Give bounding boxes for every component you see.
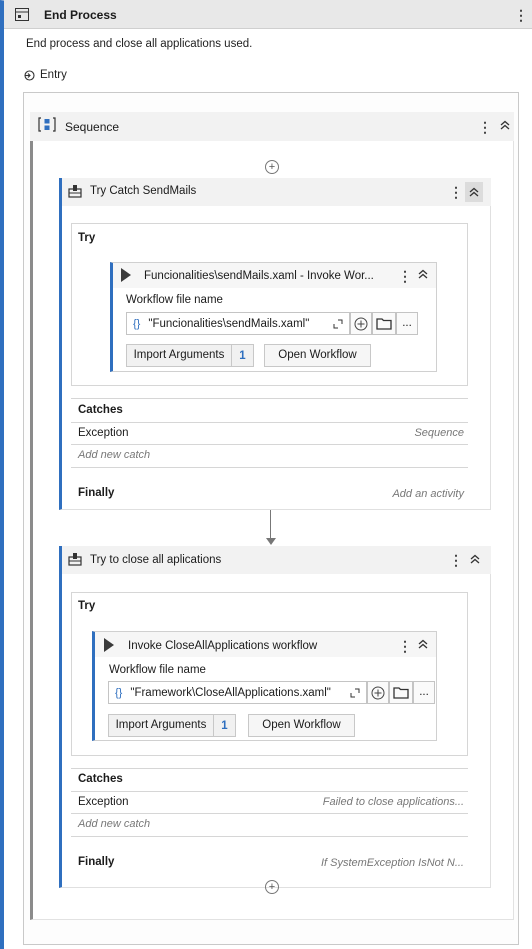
try-catch-title: Try to close all aplications [90, 554, 222, 566]
invoke-workflow-icon [121, 268, 131, 282]
divider [71, 768, 468, 769]
browse-folder-button[interactable] [372, 312, 396, 335]
add-argument-button[interactable] [367, 681, 389, 704]
finally-value[interactable]: If SystemException IsNot N... [321, 857, 464, 869]
invoke-collapse-icon[interactable] [415, 638, 431, 654]
connector-arrow [266, 538, 276, 545]
finally-drop-target[interactable]: Add an activity [392, 488, 464, 500]
activity-header[interactable]: End Process [4, 0, 532, 29]
expression-icon: {} [133, 317, 141, 330]
divider [71, 444, 468, 445]
workflow-file-input[interactable]: {} "Framework\CloseAllApplications.xaml" [108, 681, 367, 704]
import-arguments-count: 1 [214, 714, 236, 737]
expression-icon: {} [115, 686, 123, 699]
add-argument-button[interactable] [350, 312, 372, 335]
entry-label: Entry [24, 69, 67, 81]
try-label: Try [78, 600, 96, 612]
more-options-button[interactable]: ... [413, 681, 435, 704]
sequence-connector [270, 510, 271, 539]
sequence-title: Sequence [65, 120, 120, 134]
sequence-collapse-icon[interactable] [497, 119, 513, 135]
try-catch-more-icon[interactable]: ⋮ [449, 552, 463, 568]
workflow-file-value: "Framework\CloseAllApplications.xaml" [130, 686, 331, 699]
catches-label: Catches [78, 773, 123, 785]
divider [71, 467, 468, 468]
exception-label[interactable]: Exception [78, 427, 129, 439]
finally-label: Finally [78, 856, 115, 868]
invoke-more-icon[interactable]: ⋮ [398, 268, 412, 284]
finally-label: Finally [78, 487, 115, 499]
divider [71, 791, 468, 792]
add-new-catch-link[interactable]: Add new catch [78, 818, 150, 830]
folder-icon [376, 318, 392, 330]
divider [71, 813, 468, 814]
add-activity-bottom-icon[interactable]: + [265, 880, 279, 894]
divider [71, 836, 468, 837]
invoke-collapse-icon[interactable] [415, 268, 431, 284]
add-activity-top-icon[interactable]: + [265, 160, 279, 174]
activity-title: End Process [44, 8, 117, 22]
try-catch-title: Try Catch SendMails [90, 185, 197, 197]
invoke-title: Funcionalities\sendMails.xaml - Invoke W… [144, 270, 374, 282]
divider [71, 398, 468, 399]
more-options-button[interactable]: ... [396, 312, 418, 335]
entry-text: Entry [40, 69, 67, 81]
browse-folder-button[interactable] [389, 681, 413, 704]
exception-handler[interactable]: Failed to close applications... [323, 796, 464, 808]
workflow-file-label: Workflow file name [126, 294, 223, 306]
try-catch-icon [68, 553, 82, 566]
invoke-workflow-icon [104, 638, 114, 652]
sequence-more-icon[interactable]: ⋮ [478, 119, 492, 135]
exception-label[interactable]: Exception [78, 796, 129, 808]
try-catch-collapse-icon[interactable] [467, 553, 483, 569]
workflow-file-input[interactable]: {} "Funcionalities\sendMails.xaml" [126, 312, 350, 335]
expand-editor-icon[interactable] [350, 688, 360, 698]
try-catch-collapse-icon[interactable] [465, 182, 483, 202]
invoke-title: Invoke CloseAllApplications workflow [128, 640, 318, 652]
catches-label: Catches [78, 404, 123, 416]
expand-editor-icon[interactable] [333, 319, 343, 329]
folder-icon [393, 687, 409, 699]
divider [71, 422, 468, 423]
workflow-file-value: "Funcionalities\sendMails.xaml" [148, 317, 310, 330]
try-catch-icon [68, 185, 82, 198]
import-arguments-button[interactable]: Import Arguments [108, 714, 214, 737]
workflow-file-label: Workflow file name [109, 664, 206, 676]
invoke-more-icon[interactable]: ⋮ [398, 638, 412, 654]
activity-more-icon[interactable]: ⋮ [514, 7, 528, 23]
end-process-icon [15, 8, 29, 21]
open-workflow-button[interactable]: Open Workflow [248, 714, 355, 737]
sequence-icon [38, 117, 56, 132]
try-catch-more-icon[interactable]: ⋮ [449, 184, 463, 200]
entry-icon [24, 69, 35, 81]
import-arguments-count: 1 [232, 344, 254, 367]
activity-description: End process and close all applications u… [26, 38, 253, 50]
try-label: Try [78, 232, 96, 244]
exception-handler[interactable]: Sequence [414, 427, 464, 439]
add-new-catch-link[interactable]: Add new catch [78, 449, 150, 461]
import-arguments-button[interactable]: Import Arguments [126, 344, 232, 367]
open-workflow-button[interactable]: Open Workflow [264, 344, 371, 367]
